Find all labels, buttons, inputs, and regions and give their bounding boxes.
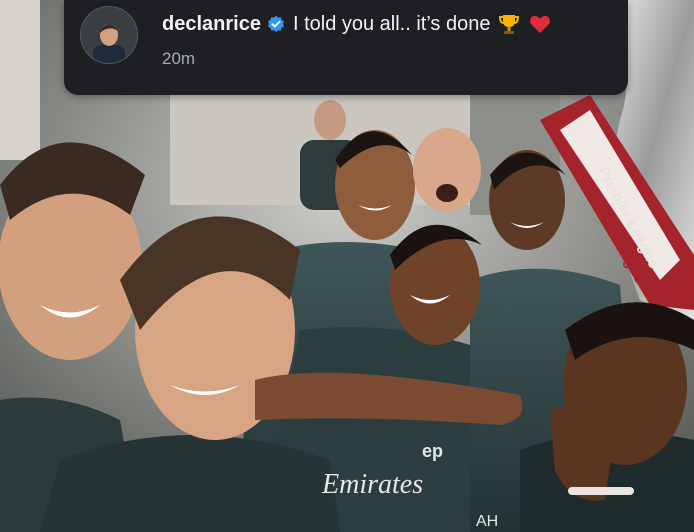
shirt-number-text: ep	[422, 441, 443, 461]
verified-badge-icon	[267, 15, 285, 33]
story-caption: I told you all.. it’s done	[292, 12, 491, 35]
red-heart-icon	[528, 12, 552, 36]
notification-text-row: declanrice I told you all.. it’s done	[162, 9, 552, 39]
shirt-corner-text: AH	[476, 513, 498, 530]
story-notification[interactable]: declanrice I told you all.. it’s done 20…	[64, 0, 628, 95]
username[interactable]: declanrice	[162, 13, 261, 36]
post-time: 20m	[162, 49, 196, 68]
trophy-icon	[497, 12, 521, 36]
shirt-sponsor-text: Emirates	[321, 469, 423, 500]
avatar[interactable]	[80, 6, 138, 64]
